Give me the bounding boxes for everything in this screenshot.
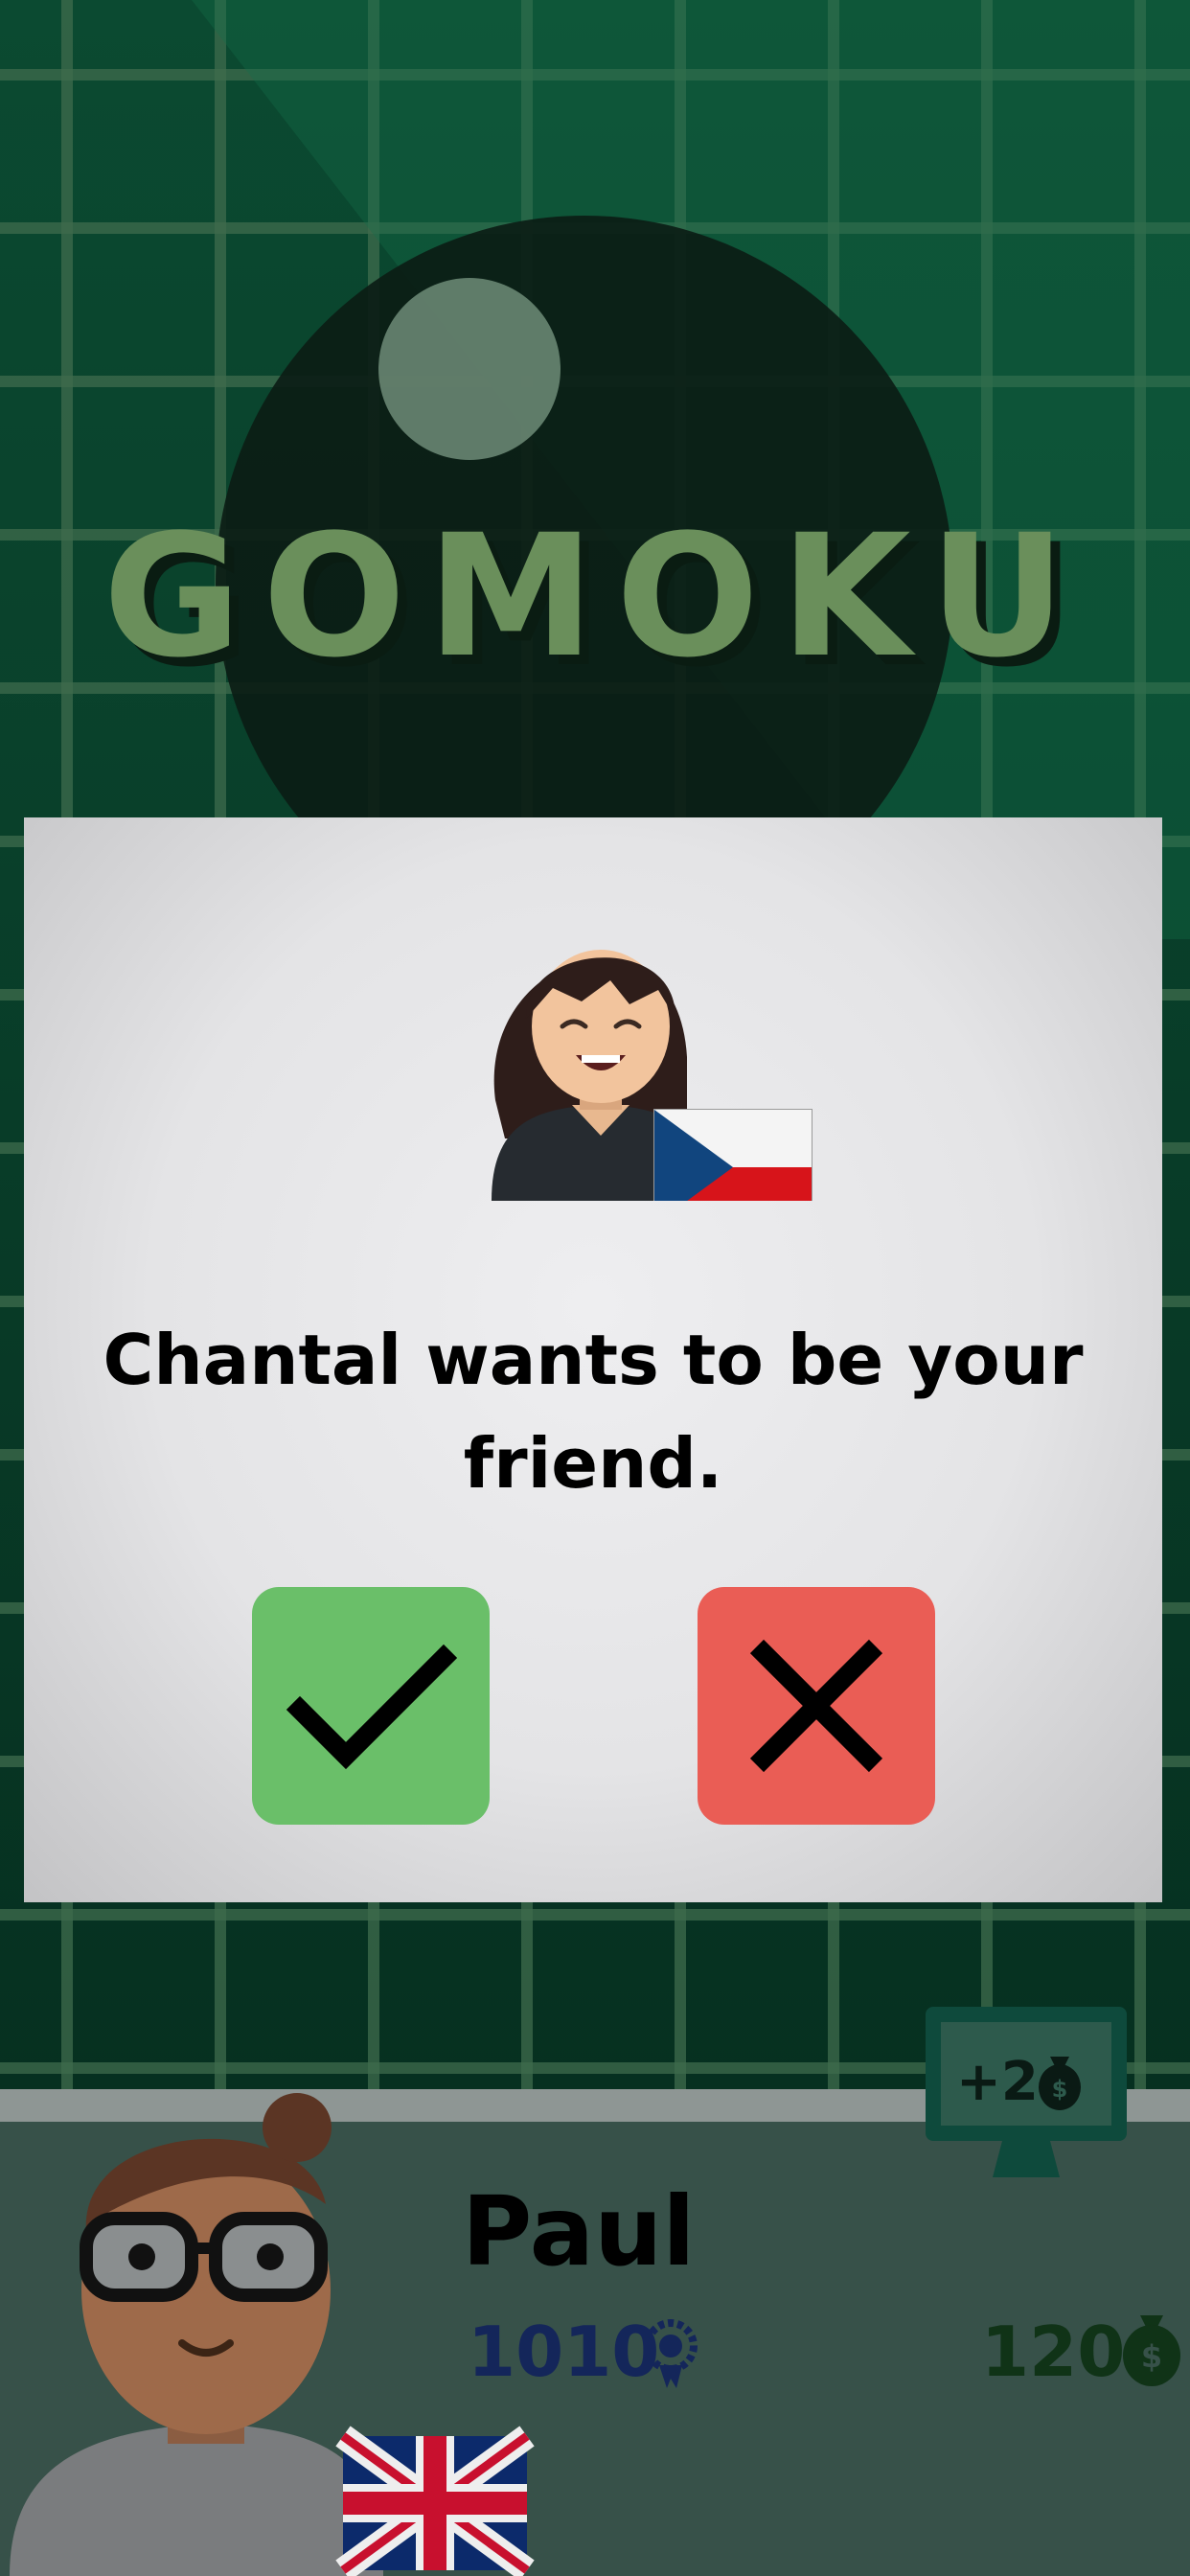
friend-avatar (492, 950, 812, 1201)
player-name: Paul (462, 2175, 696, 2288)
uk-flag (335, 2426, 535, 2576)
checkmark-icon (286, 1644, 458, 1770)
player-coins: 120 (981, 2312, 1126, 2392)
money-bag-icon: $ (1123, 2315, 1180, 2386)
app-title: GOMOKU (103, 498, 1087, 695)
accept-button[interactable] (252, 1587, 490, 1825)
player-avatar (10, 2093, 383, 2576)
friend-request-dialog: Chantal wants to be your friend. (24, 817, 1162, 1902)
svg-text:$: $ (1141, 2338, 1162, 2375)
decline-button[interactable] (698, 1587, 935, 1825)
friend-request-message: Chantal wants to be your friend. (103, 1320, 1084, 1504)
player-rating: 1010 (468, 2312, 660, 2392)
czech-flag (653, 1109, 812, 1201)
bonus-label: +2 (956, 2051, 1039, 2113)
svg-text:$: $ (1052, 2076, 1068, 2103)
close-icon (749, 1639, 883, 1773)
